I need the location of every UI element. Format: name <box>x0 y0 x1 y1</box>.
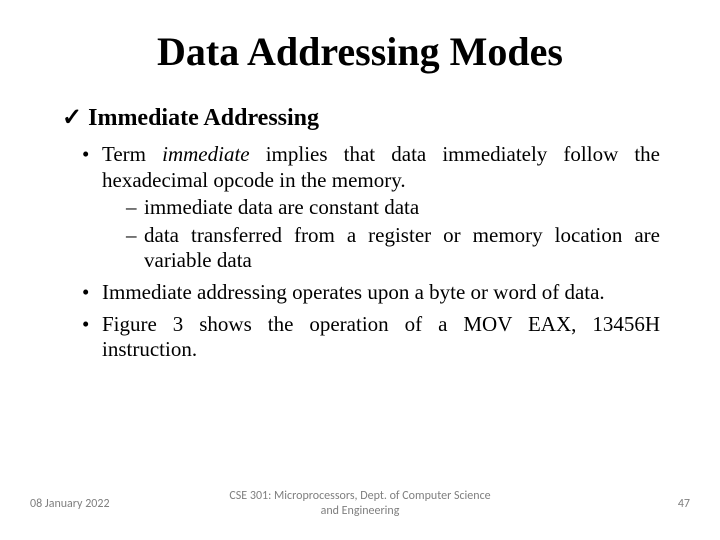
bullet-list: Term immediate implies that data immedia… <box>60 142 660 363</box>
bullet-item: Term immediate implies that data immedia… <box>86 142 660 274</box>
bullet-item: Immediate addressing operates upon a byt… <box>86 280 660 306</box>
footer-course: CSE 301: Microprocessors, Dept. of Compu… <box>224 489 496 518</box>
sub-item: data transferred from a register or memo… <box>126 223 660 274</box>
subheading: ✓Immediate Addressing <box>60 103 660 132</box>
bullet-text-part: Term <box>102 142 162 166</box>
checkmark-icon: ✓ <box>62 103 82 132</box>
sub-list: immediate data are constant data data tr… <box>102 195 660 274</box>
slide-title: Data Addressing Modes <box>60 28 660 75</box>
footer: 08 January 2022 CSE 301: Microprocessors… <box>0 489 720 518</box>
bullet-text-italic: immediate <box>162 142 249 166</box>
bullet-item: Figure 3 shows the operation of a MOV EA… <box>86 312 660 363</box>
subheading-text: Immediate Addressing <box>88 105 319 131</box>
footer-date: 08 January 2022 <box>30 497 224 511</box>
sub-item: immediate data are constant data <box>126 195 660 221</box>
footer-page-number: 47 <box>496 497 690 511</box>
